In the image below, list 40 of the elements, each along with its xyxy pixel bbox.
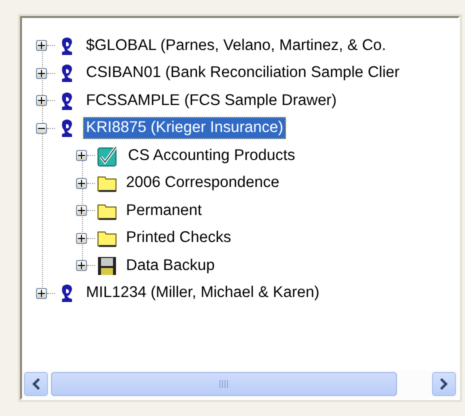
chevron-left-icon (31, 378, 41, 390)
tree-item[interactable]: KRI8875 (Krieger Insurance) (83, 117, 286, 140)
tree-item[interactable]: MIL1234 (Miller, Michael & Karen) (83, 282, 322, 304)
grip-icon (219, 380, 229, 388)
plus-icon (38, 97, 45, 104)
plus-icon (38, 70, 45, 77)
plus-icon (78, 234, 85, 242)
folder-icon (97, 174, 117, 192)
plus-icon (78, 262, 85, 270)
scroll-thumb[interactable] (51, 372, 397, 396)
collapse-button[interactable] (36, 122, 47, 134)
tree-item[interactable]: Data Backup (123, 254, 218, 277)
plus-icon (38, 42, 45, 50)
tree-item[interactable]: CS Accounting Products (125, 144, 298, 167)
tree-item[interactable]: FCSSAMPLE (FCS Sample Drawer) (83, 90, 340, 112)
expand-button[interactable] (36, 40, 47, 52)
tree-item[interactable]: 2006 Correspondence (123, 172, 282, 194)
chevron-right-icon (439, 378, 449, 390)
scroll-left-button[interactable] (24, 372, 48, 396)
tree-item[interactable]: CSIBAN01 (Bank Reconciliation Sample Clier (83, 62, 403, 84)
plus-icon (38, 290, 45, 297)
tree-item[interactable]: Permanent (123, 200, 205, 222)
tree-item[interactable]: $GLOBAL (Parnes, Velano, Martinez, & Co. (83, 34, 390, 57)
folder-icon (97, 202, 117, 220)
expand-button[interactable] (36, 95, 47, 106)
plus-icon (78, 180, 85, 187)
expand-button[interactable] (76, 260, 87, 272)
checkmark-icon (97, 144, 119, 167)
folder-icon (97, 229, 117, 248)
expand-button[interactable] (76, 178, 87, 189)
plus-icon (78, 152, 85, 160)
tree-item[interactable]: Printed Checks (123, 227, 234, 250)
horizontal-scrollbar[interactable] (22, 370, 458, 398)
expand-button[interactable] (76, 205, 87, 216)
expand-button[interactable] (36, 288, 47, 299)
expand-button[interactable] (76, 232, 87, 244)
expand-button[interactable] (36, 68, 47, 79)
scroll-right-button[interactable] (432, 372, 456, 396)
expand-button[interactable] (76, 150, 87, 162)
plus-icon (78, 207, 85, 214)
